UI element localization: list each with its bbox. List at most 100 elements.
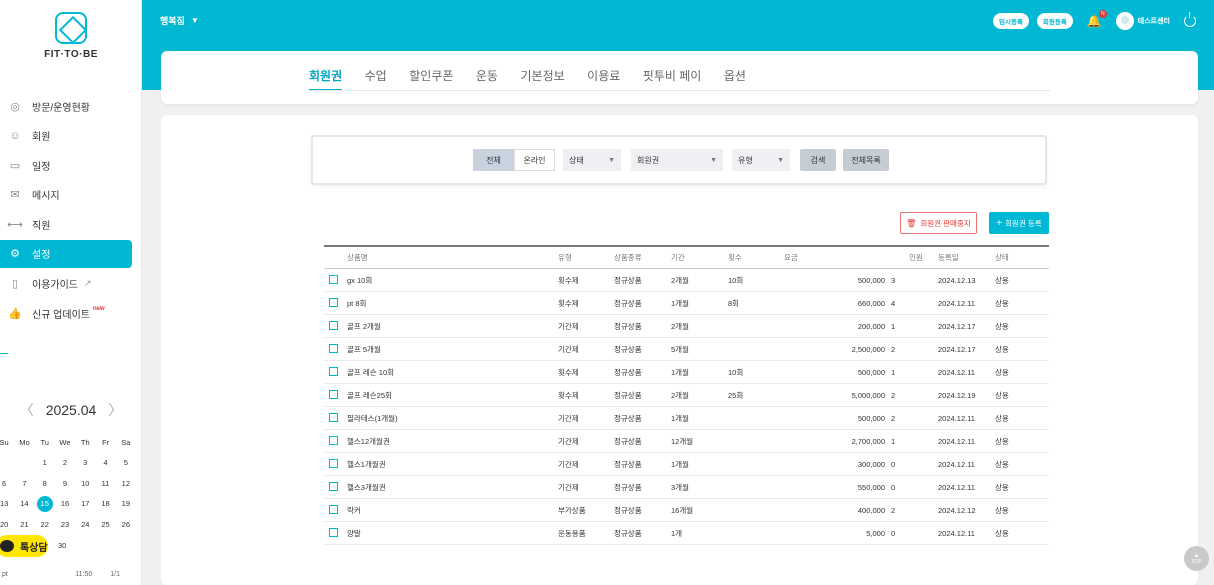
- table-row[interactable]: 락커 부가상품 정규상품 16개월 400,000 2 2024.12.12 상용: [324, 499, 1049, 522]
- sidebar-item-guide[interactable]: ▯ 이용가이드 ↗: [0, 270, 132, 298]
- calendar-day[interactable]: 9: [55, 479, 75, 488]
- cell-name[interactable]: gx 10회: [347, 275, 558, 286]
- type-select[interactable]: 유형 ▼: [732, 149, 790, 171]
- sidebar-item-staff[interactable]: ⟷ 직원: [0, 210, 132, 238]
- table-row[interactable]: 헬스3개월권 기간제 정규상품 3개월 550,000 0 2024.12.11 상용: [324, 476, 1049, 499]
- cell-name[interactable]: 골프 레슨25회: [347, 390, 558, 401]
- row-checkbox[interactable]: [329, 412, 338, 422]
- calendar-day[interactable]: 7: [14, 479, 34, 488]
- table-row[interactable]: 헬스12개월권 기간제 정규상품 12개월 2,700,000 1 2024.12.11 상용: [324, 430, 1049, 453]
- calendar-day[interactable]: 12: [116, 479, 136, 488]
- calendar-day[interactable]: 1: [35, 458, 55, 467]
- cell-name[interactable]: 헬스1개월권: [347, 459, 558, 470]
- table-row[interactable]: 양말 운동용품 정규상품 1개 5,000 0 2024.12.11 상용: [324, 522, 1049, 545]
- sidebar-item-message[interactable]: ✉ 메시지: [0, 181, 132, 209]
- member-register-button[interactable]: 회원등록: [1036, 13, 1073, 29]
- cell-name[interactable]: 필라테스(1개월): [347, 413, 558, 424]
- cell-name[interactable]: 양말: [347, 528, 558, 539]
- calendar-day[interactable]: 18: [95, 499, 115, 508]
- row-checkbox[interactable]: [329, 435, 338, 445]
- calendar-day[interactable]: 30: [58, 541, 66, 550]
- chat-consult-button[interactable]: 톡상담: [0, 535, 48, 557]
- tab-coupon[interactable]: 할인쿠폰: [409, 67, 453, 91]
- status-select[interactable]: 상태 ▼: [563, 149, 621, 171]
- stop-sale-button[interactable]: 🗑 회원권 판매중지: [900, 212, 977, 234]
- calendar-day[interactable]: 10: [75, 479, 95, 488]
- row-checkbox[interactable]: [329, 527, 338, 537]
- calendar-day[interactable]: 17: [75, 499, 95, 508]
- row-checkbox[interactable]: [329, 343, 338, 353]
- table-row[interactable]: 골프 5개월 기간제 정규상품 5개월 2,500,000 2 2024.12.17 상용: [324, 338, 1049, 361]
- sidebar-item-member[interactable]: ☺ 회원: [0, 122, 132, 150]
- row-checkbox[interactable]: [329, 320, 338, 330]
- calendar-prev-icon[interactable]: 〈: [20, 400, 34, 420]
- cell-name[interactable]: 헬스3개월권: [347, 482, 558, 493]
- temp-register-button[interactable]: 임시등록: [993, 13, 1029, 29]
- scroll-top-button[interactable]: ▲ TOP: [1184, 546, 1209, 571]
- membership-select[interactable]: 회원권 ▼: [631, 149, 723, 171]
- table-row[interactable]: gx 10회 횟수제 정규상품 2개월 10회 500,000 3 2024.12.13 상용: [324, 269, 1049, 292]
- branch-selector[interactable]: 행복짐 ▼: [160, 14, 199, 27]
- tab-fee[interactable]: 이용료: [587, 67, 620, 91]
- all-list-button[interactable]: 전체목록: [843, 149, 889, 171]
- register-membership-button[interactable]: + 회원권 등록: [989, 212, 1049, 234]
- row-checkbox[interactable]: [329, 389, 338, 399]
- table-row[interactable]: 골프 레슨 10회 횟수제 정규상품 1개월 10회 500,000 1 2024.12.11…: [324, 361, 1049, 384]
- calendar-day[interactable]: 11: [95, 479, 115, 488]
- tab-class[interactable]: 수업: [365, 67, 387, 91]
- calendar-day[interactable]: 4: [95, 458, 115, 467]
- row-checkbox[interactable]: [329, 366, 338, 376]
- row-checkbox[interactable]: [329, 504, 338, 514]
- calendar-day[interactable]: 26: [116, 520, 136, 529]
- row-checkbox[interactable]: [329, 274, 338, 284]
- cell-name[interactable]: 골프 5개월: [347, 344, 558, 355]
- calendar-day[interactable]: 8: [35, 479, 55, 488]
- calendar-day[interactable]: 25: [95, 520, 115, 529]
- segment-all-button[interactable]: 전체: [473, 149, 514, 171]
- notification-bell-icon[interactable]: 🔔 N: [1087, 10, 1107, 28]
- power-icon[interactable]: [1184, 12, 1196, 27]
- sidebar-item-settings[interactable]: ⚙ 설정: [0, 239, 132, 268]
- calendar-day[interactable]: 6: [0, 479, 14, 488]
- table-row[interactable]: 골프 레슨25회 횟수제 정규상품 2개월 25회 5,000,000 2 2024.12.1…: [324, 384, 1049, 407]
- calendar-day[interactable]: 23: [55, 520, 75, 529]
- avatar[interactable]: [1115, 12, 1134, 30]
- calendar-day[interactable]: 24: [75, 520, 95, 529]
- calendar-day[interactable]: 20: [0, 520, 14, 529]
- calendar-day-today[interactable]: 15: [36, 495, 53, 512]
- calendar-day[interactable]: 14: [14, 499, 34, 508]
- calendar-day[interactable]: 5: [116, 458, 136, 467]
- cell-name[interactable]: 골프 레슨 10회: [347, 367, 558, 378]
- row-checkbox[interactable]: [329, 297, 338, 307]
- calendar-day[interactable]: 16: [55, 499, 75, 508]
- row-checkbox[interactable]: [329, 458, 338, 468]
- table-row[interactable]: 필라테스(1개월) 기간제 정규상품 1개월 500,000 2 2024.12.11 상용: [324, 407, 1049, 430]
- calendar-day[interactable]: 19: [116, 499, 136, 508]
- sidebar-item-visit-stats[interactable]: ◎ 방문/운영현황: [0, 92, 132, 120]
- center-name[interactable]: 테스트센터: [1138, 16, 1170, 26]
- row-checkbox[interactable]: [329, 481, 338, 491]
- search-button[interactable]: 검색: [800, 149, 836, 171]
- calendar-day[interactable]: 22: [35, 520, 55, 529]
- calendar-day[interactable]: 3: [75, 458, 95, 467]
- calendar-day[interactable]: 2: [55, 458, 75, 467]
- sidebar-item-schedule[interactable]: ▭ 일정: [0, 151, 132, 179]
- table-row[interactable]: pt 8회 횟수제 정규상품 1개월 8회 660,000 4 2024.12.11 상용: [324, 292, 1049, 315]
- tab-basic-info[interactable]: 기본정보: [520, 67, 564, 91]
- table-row[interactable]: 헬스1개월권 기간제 정규상품 1개월 300,000 0 2024.12.11 상용: [324, 453, 1049, 476]
- cell-name[interactable]: 골프 2개월: [347, 321, 558, 332]
- tab-membership[interactable]: 회원권: [309, 67, 343, 91]
- tab-exercise[interactable]: 운동: [476, 67, 498, 91]
- cell-name[interactable]: pt 8회: [347, 298, 558, 309]
- calendar-next-icon[interactable]: 〉: [108, 400, 122, 420]
- cell-name[interactable]: 락커: [347, 505, 558, 516]
- cell-name[interactable]: 헬스12개월권: [347, 436, 558, 447]
- tab-fittobe-pay[interactable]: 핏투비 페이: [643, 67, 702, 91]
- segment-online-button[interactable]: 온라인: [514, 149, 555, 171]
- calendar-day[interactable]: 13: [0, 499, 14, 508]
- sidebar-item-updates[interactable]: 👍 신규 업데이트 new: [0, 299, 132, 327]
- calendar-day[interactable]: 21: [14, 520, 34, 529]
- tab-options[interactable]: 옵션: [724, 67, 746, 91]
- logo[interactable]: FIT·TO·BE: [40, 12, 102, 60]
- table-row[interactable]: 골프 2개월 기간제 정규상품 2개월 200,000 1 2024.12.17 상용: [324, 315, 1049, 338]
